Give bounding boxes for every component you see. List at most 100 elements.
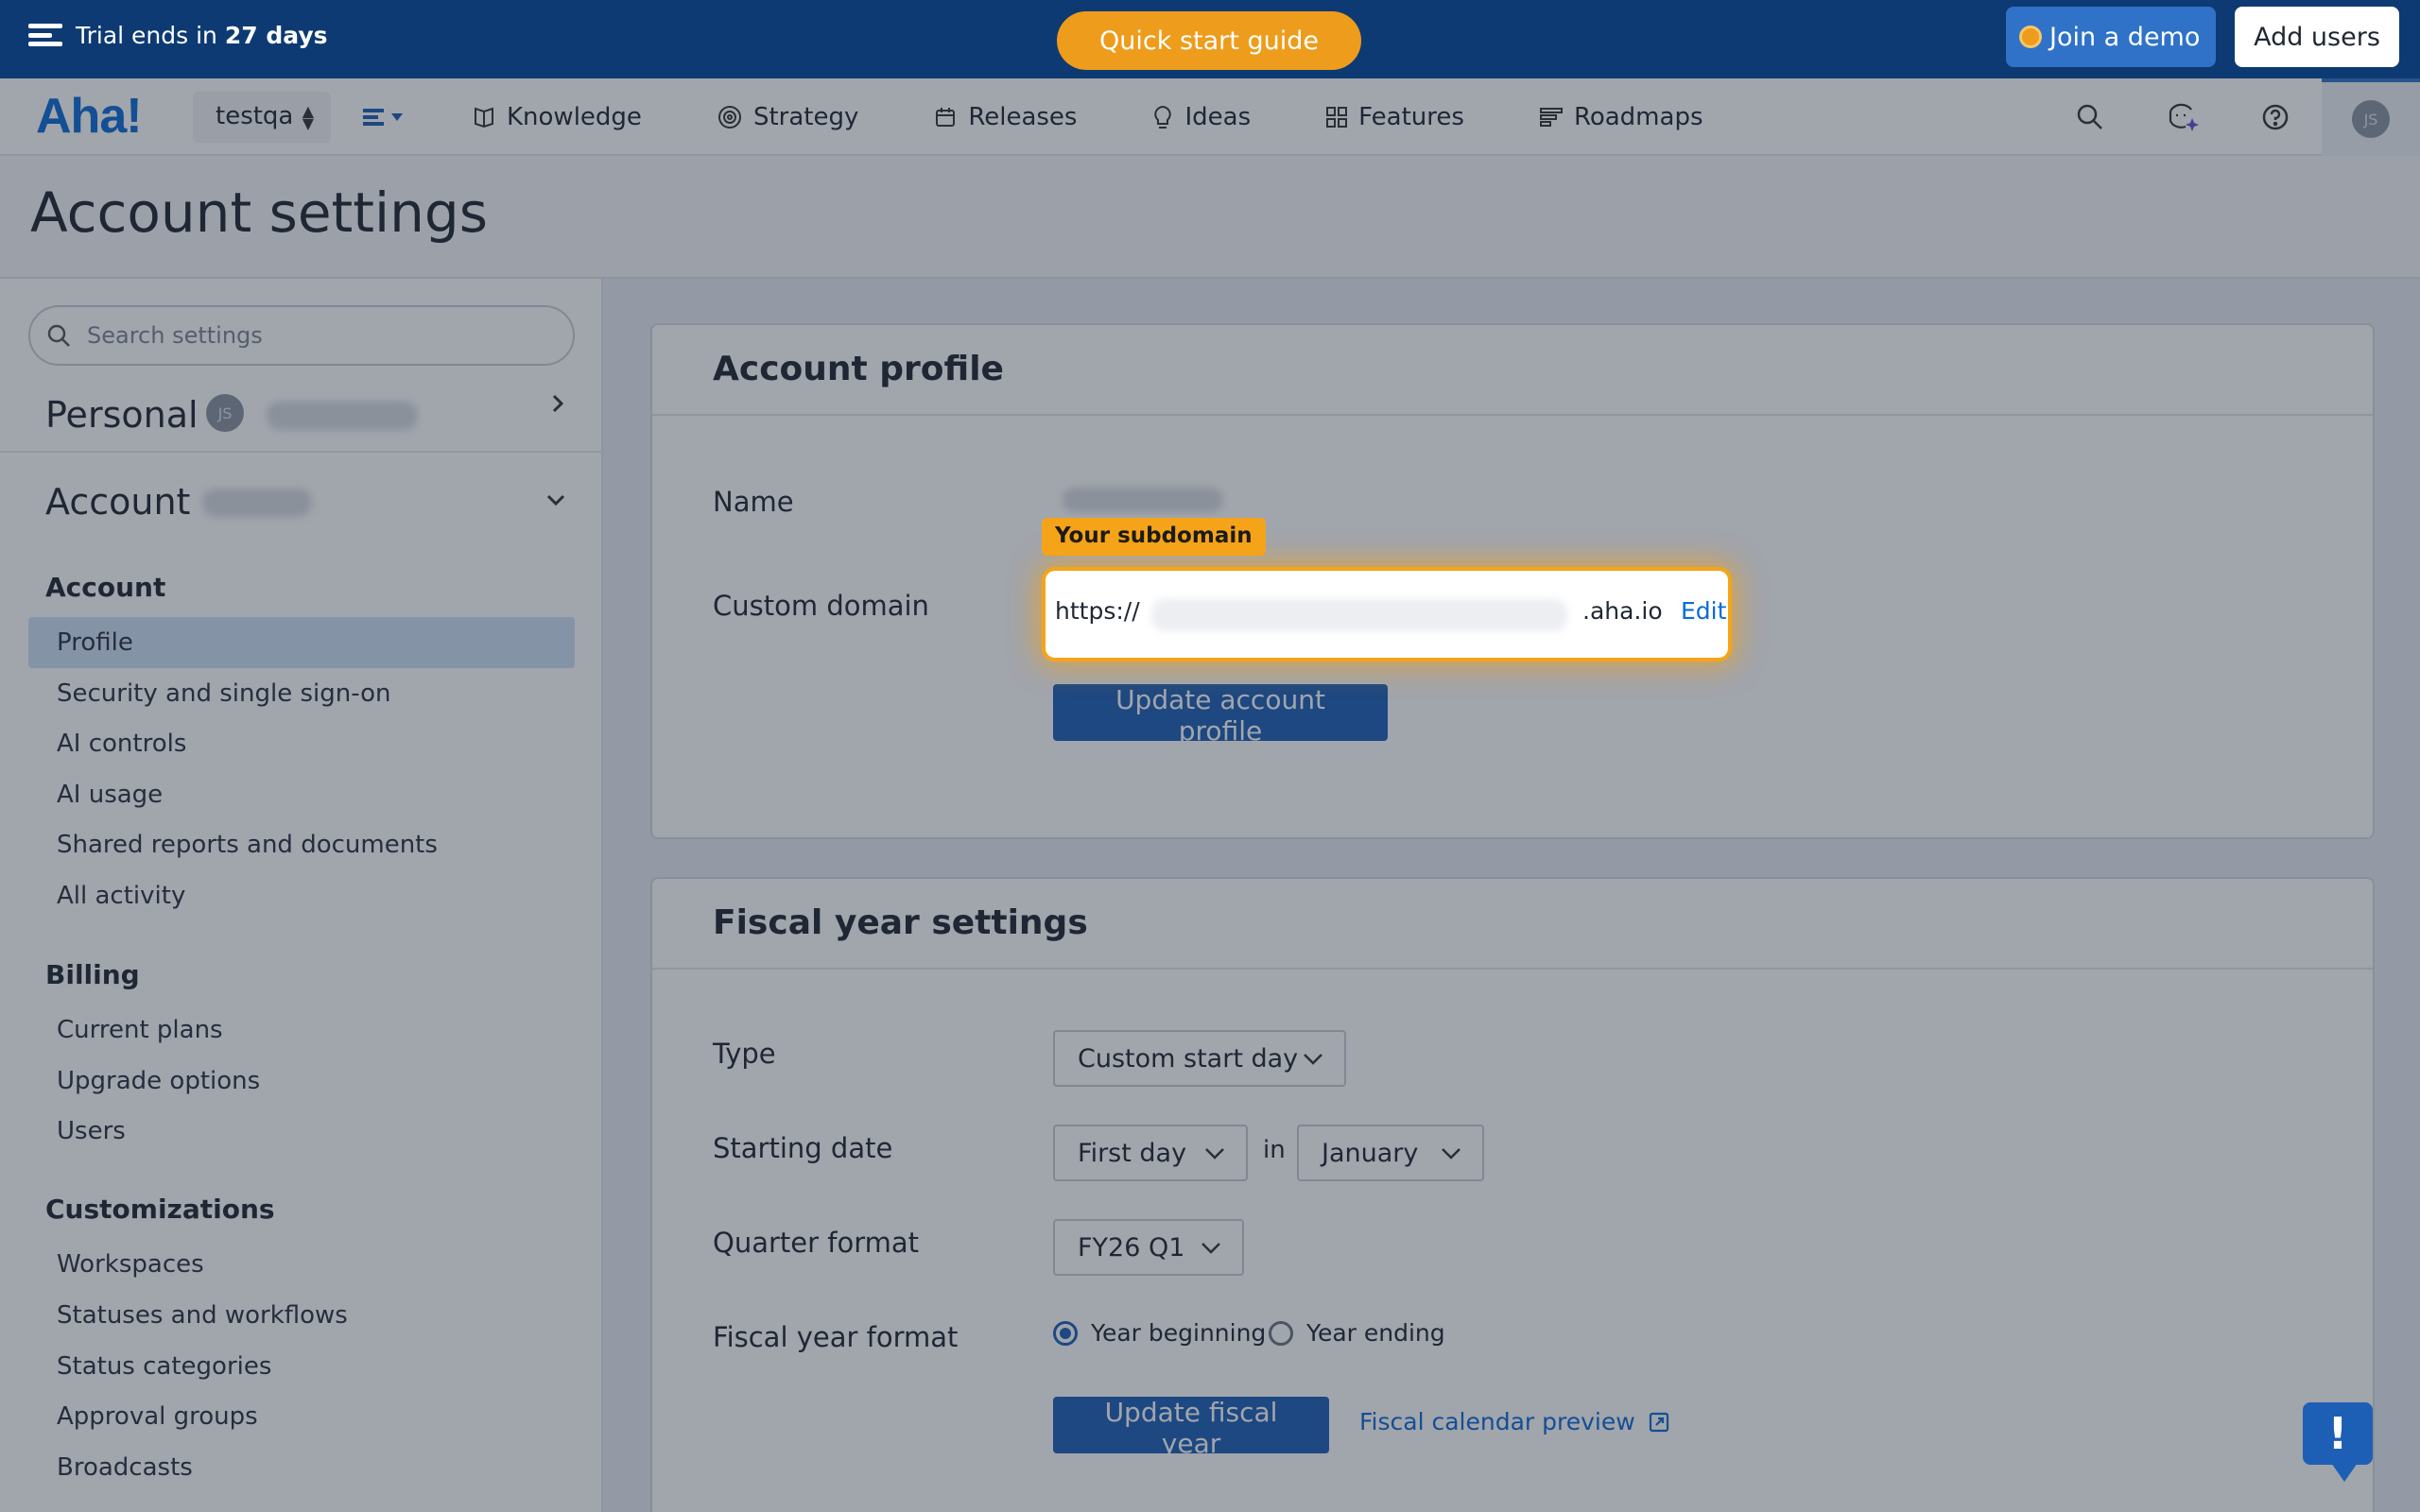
redacted-user-name [267, 402, 418, 430]
domain-suffix: .aha.io [1582, 597, 1663, 625]
subdomain-tooltip: Your subdomain [1042, 518, 1266, 556]
sidebar-item-upgrade-options[interactable]: Upgrade options [28, 1056, 575, 1107]
calendar-icon [936, 108, 956, 127]
domain-prefix: https:// [1055, 597, 1140, 625]
type-select[interactable]: Custom start day [1053, 1030, 1346, 1087]
sidebar-item-current-plans[interactable]: Current plans [28, 1005, 575, 1056]
nav-links: Knowledge Strategy Releases Ideas Featur… [473, 78, 1779, 156]
grid-icon [1326, 107, 1348, 128]
redacted-name-value [1063, 488, 1223, 512]
start-day-value: First day [1078, 1139, 1187, 1168]
quarter-format-select[interactable]: FY26 Q1 [1053, 1219, 1244, 1276]
group-title-billing: Billing [45, 959, 140, 990]
nav-knowledge[interactable]: Knowledge [473, 78, 642, 156]
nav-releases-label: Releases [968, 103, 1078, 131]
group-title-customizations: Customizations [45, 1194, 275, 1225]
nav-ideas-label: Ideas [1184, 103, 1252, 131]
quarter-format-label: Quarter format [713, 1227, 920, 1259]
start-month-select[interactable]: January [1297, 1125, 1484, 1181]
trial-prefix: Trial ends in [76, 21, 217, 49]
chevron-down-icon [1304, 1054, 1322, 1065]
nav-ideas[interactable]: Ideas [1152, 78, 1251, 156]
fiscal-year-card: Fiscal year settings Type Custom start d… [650, 877, 2375, 1512]
radio-year-ending[interactable]: Year ending [1269, 1319, 1445, 1347]
sidebar-item-broadcasts[interactable]: Broadcasts [28, 1442, 575, 1493]
aha-logo[interactable]: Aha! [36, 88, 143, 145]
sidebar-item-workspaces[interactable]: Workspaces [28, 1239, 575, 1290]
sidebar-item-statuses-workflows[interactable]: Statuses and workflows [28, 1290, 575, 1341]
search-input[interactable] [87, 318, 560, 352]
radio-year-beginning[interactable]: Year beginning [1053, 1319, 1266, 1347]
fiscal-calendar-preview-link[interactable]: Fiscal calendar preview [1359, 1408, 1669, 1435]
search-button[interactable] [2044, 78, 2136, 156]
sidebar-item-shared-reports[interactable]: Shared reports and documents [28, 819, 575, 870]
user-menu[interactable]: JS [2322, 78, 2420, 156]
radio-selected-icon [1053, 1320, 1078, 1346]
in-text: in [1263, 1136, 1286, 1164]
type-select-value: Custom start day [1078, 1044, 1299, 1074]
edit-domain-link[interactable]: Edit [1681, 597, 1726, 625]
radio-year-beginning-label: Year beginning [1091, 1319, 1267, 1347]
join-demo-button[interactable]: Join a demo [2006, 7, 2216, 67]
lightbulb-icon [1154, 105, 1172, 129]
chevron-down-icon [1205, 1148, 1224, 1160]
sidebar-item-security[interactable]: Security and single sign-on [28, 668, 575, 719]
roadmap-icon [1539, 108, 1563, 127]
workspace-selector[interactable]: testqa ▲ ▼ [193, 92, 331, 143]
nav-features[interactable]: Features [1326, 78, 1464, 156]
starting-date-label: Starting date [713, 1132, 893, 1164]
chevron-right-icon [552, 394, 564, 413]
sidebar-item-approval-groups[interactable]: Approval groups [28, 1391, 575, 1442]
chevron-down-icon [1442, 1148, 1461, 1160]
nav-strategy[interactable]: Strategy [717, 78, 858, 156]
update-account-profile-button[interactable]: Update account profile [1053, 684, 1388, 747]
radio-unselected-icon [1269, 1320, 1293, 1346]
sort-icon: ▲ ▼ [302, 102, 314, 132]
nav-releases[interactable]: Releases [934, 78, 1077, 156]
sidebar-item-status-categories[interactable]: Status categories [28, 1341, 575, 1392]
help-icon [2262, 104, 2289, 130]
search-icon [2077, 104, 2102, 129]
start-month-value: January [1322, 1139, 1419, 1168]
radio-year-ending-label: Year ending [1306, 1319, 1445, 1347]
sidebar-item-all-activity[interactable]: All activity [28, 870, 575, 921]
settings-sidebar: Personal JS Account Account Profile Secu… [0, 279, 603, 1512]
name-input[interactable] [1049, 476, 1484, 524]
update-fiscal-year-button[interactable]: Update fiscal year [1053, 1397, 1329, 1459]
avatar: JS [2352, 100, 2390, 138]
menu-icon[interactable] [28, 21, 62, 49]
name-label: Name [713, 486, 794, 518]
add-users-button[interactable]: Add users [2235, 7, 2399, 67]
custom-domain-field: https:// .aha.io Edit [1046, 571, 1728, 658]
top-nav: Aha! testqa ▲ ▼ Knowledge Strategy Releas… [0, 78, 2420, 156]
nav-utility-icons: JS [2044, 78, 2420, 156]
chevron-down-icon [546, 494, 565, 507]
fiscal-year-format-label: Fiscal year format [713, 1321, 959, 1353]
personal-avatar: JS [206, 394, 244, 432]
quarter-format-value: FY26 Q1 [1078, 1233, 1185, 1263]
page-header: Account settings [0, 156, 2420, 279]
nav-roadmaps[interactable]: Roadmaps [1539, 78, 1703, 156]
sidebar-item-profile[interactable]: Profile [28, 617, 575, 668]
fiscal-year-heading: Fiscal year settings [652, 879, 2373, 970]
sidebar-item-ai-controls[interactable]: AI controls [28, 718, 575, 769]
start-day-select[interactable]: First day [1053, 1125, 1248, 1181]
join-demo-label: Join a demo [2049, 22, 2201, 52]
group-title-account: Account [45, 572, 166, 603]
sidebar-item-ai-usage[interactable]: AI usage [28, 769, 575, 820]
nav-knowledge-label: Knowledge [507, 103, 642, 131]
trial-days: 27 days [224, 21, 328, 49]
personal-section-toggle[interactable]: Personal JS [0, 373, 603, 458]
feedback-chat-button[interactable]: ! [2303, 1402, 2373, 1482]
personal-label: Personal [45, 394, 199, 436]
trial-banner: Trial ends in 27 days Quick start guide … [0, 0, 2420, 78]
exclamation-icon: ! [2327, 1408, 2348, 1459]
sidebar-item-users[interactable]: Users [28, 1106, 575, 1157]
help-button[interactable] [2229, 78, 2322, 156]
workspace-name: testqa [216, 102, 294, 130]
account-section-toggle[interactable]: Account [0, 460, 603, 545]
quick-start-button[interactable]: Quick start guide [1057, 11, 1361, 70]
subdomain-input[interactable] [1151, 599, 1567, 631]
view-switcher[interactable] [363, 105, 416, 133]
ai-assistant-button[interactable] [2136, 78, 2229, 156]
